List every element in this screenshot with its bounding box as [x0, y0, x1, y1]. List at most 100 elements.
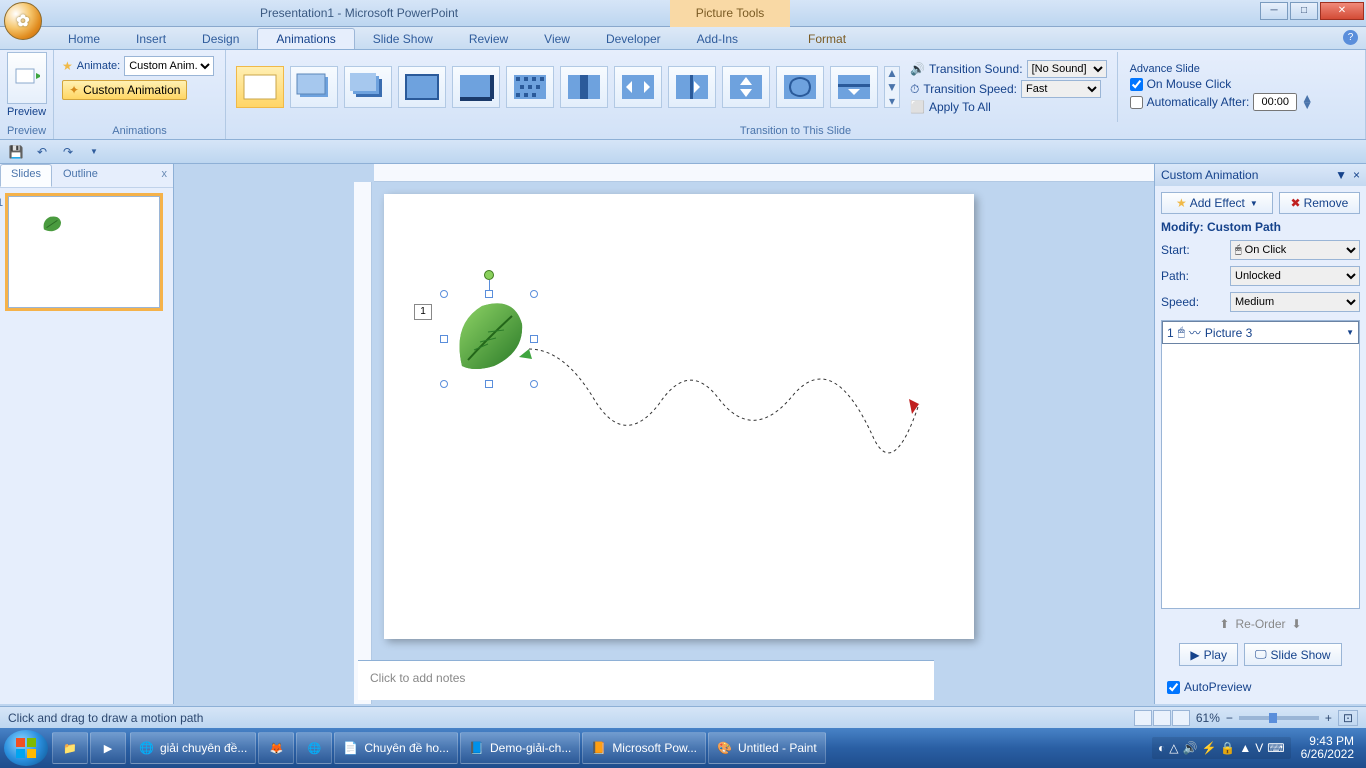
tray-icon[interactable]: ⌨	[1267, 741, 1284, 755]
task-item[interactable]: 🌐giải chuyên đề...	[130, 732, 256, 764]
transition-item[interactable]	[506, 66, 554, 108]
transition-speed-dropdown[interactable]: Fast	[1021, 80, 1101, 98]
transition-item[interactable]	[344, 66, 392, 108]
tray-icon[interactable]: ⚡	[1201, 741, 1216, 755]
tab-design[interactable]: Design	[184, 29, 257, 49]
task-ie[interactable]: 🌐	[296, 732, 332, 764]
view-normal-button[interactable]	[1134, 710, 1152, 726]
help-icon[interactable]: ?	[1343, 30, 1358, 45]
maximize-button[interactable]: □	[1290, 2, 1318, 20]
pane-dropdown-icon[interactable]: ▼	[1335, 168, 1347, 182]
animation-list[interactable]: 1 🖱 〰 Picture 3 ▼	[1161, 320, 1360, 609]
transition-item[interactable]	[614, 66, 662, 108]
tab-review[interactable]: Review	[451, 29, 526, 49]
slide-thumbnail-1[interactable]: 1	[8, 196, 160, 308]
tab-developer[interactable]: Developer	[588, 29, 679, 49]
qat-more-icon[interactable]: ▼	[84, 142, 104, 162]
tray-icon[interactable]: V	[1255, 741, 1263, 755]
resize-handle-se[interactable]	[530, 380, 538, 388]
transition-none[interactable]	[236, 66, 284, 108]
animation-tag[interactable]: 1	[414, 304, 432, 320]
resize-handle-sw[interactable]	[440, 380, 448, 388]
resize-handle-ne[interactable]	[530, 290, 538, 298]
item-dropdown-icon[interactable]: ▼	[1346, 328, 1354, 337]
start-button[interactable]	[4, 730, 48, 766]
pinned-explorer[interactable]: 📁	[52, 732, 88, 764]
save-icon[interactable]: 💾	[6, 142, 26, 162]
resize-handle-nw[interactable]	[440, 290, 448, 298]
task-item[interactable]: 🎨Untitled - Paint	[708, 732, 826, 764]
zoom-out-icon[interactable]: −	[1226, 711, 1233, 725]
speed-dropdown[interactable]: Medium	[1230, 292, 1360, 312]
start-dropdown[interactable]: 🖱 On Click	[1230, 240, 1360, 260]
slide-canvas[interactable]: 1	[384, 194, 974, 639]
redo-icon[interactable]: ↷	[58, 142, 78, 162]
add-effect-button[interactable]: ★Add Effect▼	[1161, 192, 1273, 214]
path-dropdown[interactable]: Unlocked	[1230, 266, 1360, 286]
tab-format[interactable]: Format	[790, 29, 864, 49]
fit-icon[interactable]: ⊡	[1338, 710, 1358, 726]
office-button[interactable]: ✿	[4, 2, 42, 40]
tab-animations[interactable]: Animations	[257, 28, 354, 49]
close-button[interactable]: ✕	[1320, 2, 1364, 20]
resize-handle-e[interactable]	[530, 335, 538, 343]
zoom-percent[interactable]: 61%	[1196, 711, 1220, 725]
canvas-area[interactable]: 1 Click to add notes	[174, 164, 1154, 704]
task-item[interactable]: 📘Demo-giải-ch...	[460, 732, 580, 764]
contextual-tab-picture-tools[interactable]: Picture Tools	[670, 0, 790, 27]
transition-item[interactable]	[560, 66, 608, 108]
rotation-handle[interactable]	[484, 270, 494, 280]
reorder-down-icon[interactable]: ⬇	[1292, 617, 1302, 631]
pinned-media[interactable]: ▶	[90, 732, 126, 764]
tray-icon[interactable]: 🔒	[1220, 741, 1235, 755]
zoom-slider[interactable]	[1239, 716, 1319, 720]
reorder-up-icon[interactable]: ⬆	[1219, 617, 1229, 631]
selected-picture[interactable]: 1	[444, 294, 534, 384]
undo-icon[interactable]: ↶	[32, 142, 52, 162]
transition-item[interactable]	[776, 66, 824, 108]
resize-handle-w[interactable]	[440, 335, 448, 343]
on-mouse-click-checkbox[interactable]	[1130, 78, 1143, 91]
system-tray[interactable]: ◐ △ 🔊 ⚡ 🔒 ▲ V ⌨	[1152, 737, 1291, 759]
transition-item[interactable]	[668, 66, 716, 108]
notes-pane[interactable]: Click to add notes	[358, 660, 934, 700]
transition-sound-dropdown[interactable]: [No Sound]	[1027, 60, 1107, 78]
clock[interactable]: 9:43 PM 6/26/2022	[1293, 735, 1362, 761]
view-slideshow-button[interactable]	[1172, 710, 1190, 726]
apply-to-all-button[interactable]: ⬜Apply To All	[910, 100, 1107, 114]
custom-animation-button[interactable]: ✦ Custom Animation	[62, 80, 187, 100]
auto-after-time[interactable]	[1253, 93, 1297, 111]
animation-list-item[interactable]: 1 🖱 〰 Picture 3 ▼	[1162, 321, 1359, 344]
tab-home[interactable]: Home	[50, 29, 118, 49]
task-item[interactable]: 📙Microsoft Pow...	[582, 732, 706, 764]
auto-after-checkbox[interactable]	[1130, 96, 1143, 109]
outline-tab[interactable]: Outline	[52, 164, 109, 187]
tray-icon[interactable]: ▲	[1239, 741, 1251, 755]
transition-item[interactable]	[290, 66, 338, 108]
tray-icon[interactable]: 🔊	[1183, 741, 1198, 755]
slideshow-button[interactable]: 🖵Slide Show	[1244, 643, 1342, 666]
remove-button[interactable]: ✖Remove	[1279, 192, 1360, 214]
transition-item[interactable]	[452, 66, 500, 108]
zoom-in-icon[interactable]: +	[1325, 711, 1332, 725]
spin-down[interactable]: ▼	[1301, 102, 1313, 109]
resize-handle-s[interactable]	[485, 380, 493, 388]
tray-icon[interactable]: △	[1169, 741, 1178, 755]
view-sorter-button[interactable]	[1153, 710, 1171, 726]
tray-icon[interactable]: ◐	[1158, 741, 1165, 755]
tab-view[interactable]: View	[526, 29, 588, 49]
resize-handle-n[interactable]	[485, 290, 493, 298]
transition-item[interactable]	[722, 66, 770, 108]
tab-insert[interactable]: Insert	[118, 29, 184, 49]
transition-item[interactable]	[830, 66, 878, 108]
tab-addins[interactable]: Add-Ins	[679, 29, 756, 49]
gallery-more-button[interactable]: ▲▼▾	[884, 66, 900, 108]
animate-dropdown[interactable]: Custom Anim...	[124, 56, 214, 76]
panel-close-icon[interactable]: x	[162, 168, 168, 180]
minimize-button[interactable]: ─	[1260, 2, 1288, 20]
task-item[interactable]: 📄Chuyên đề ho...	[334, 732, 458, 764]
preview-button[interactable]	[7, 52, 47, 104]
task-firefox[interactable]: 🦊	[258, 732, 294, 764]
motion-path[interactable]	[484, 339, 939, 469]
slides-tab[interactable]: Slides	[0, 164, 52, 187]
